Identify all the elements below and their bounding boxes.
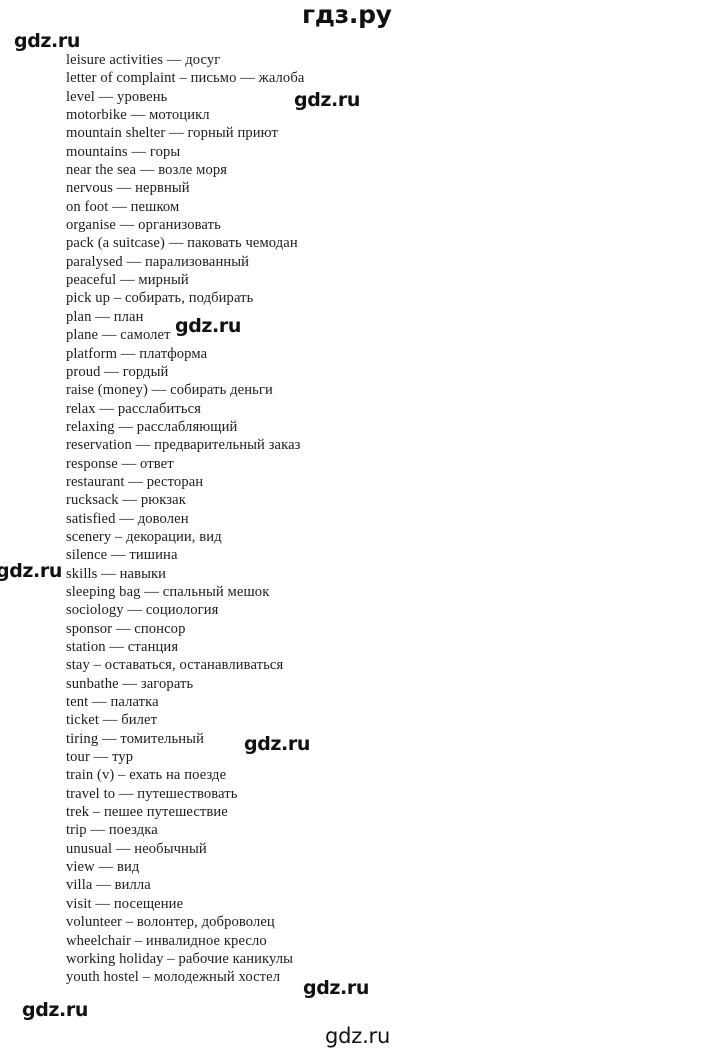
vocabulary-entry: relax — расслабиться [66, 400, 202, 417]
vocabulary-entry: satisfied — доволен [66, 510, 189, 527]
vocabulary-entry: peaceful — мирный [66, 272, 189, 289]
vocabulary-entry: raise (money) — собирать деньги [66, 382, 273, 399]
vocabulary-entry: paralysed — парализованный [66, 253, 250, 270]
vocabulary-entry: view — вид [66, 859, 140, 876]
scanned-page: гдз.ру gdz.ru gdz.ru gdz.ru gdz.ru gdz.r… [0, 0, 720, 1057]
vocabulary-entry: villa — вилла [66, 877, 151, 894]
watermark-bottom-center: gdz.ru [325, 1024, 391, 1048]
watermark-bottom-left: gdz.ru [22, 999, 88, 1021]
watermark-left-skills: gdz.ru [0, 560, 62, 582]
watermark-middle-tiring: gdz.ru [244, 733, 310, 755]
vocabulary-entry: platform — платформа [66, 345, 208, 362]
vocabulary-entry: scenery – декорации, вид [66, 528, 222, 545]
vocabulary-entry: near the sea — возле моря [66, 162, 228, 179]
vocabulary-entry: leisure activities — досуг [66, 52, 221, 68]
vocabulary-entry: ticket — билет [66, 712, 158, 729]
vocabulary-entry: wheelchair – инвалидное кресло [66, 932, 267, 949]
vocabulary-entry: silence — тишина [66, 547, 178, 564]
vocabulary-entry: tiring — томительный [66, 730, 204, 747]
vocabulary-entry: nervous — нервный [66, 180, 190, 197]
vocabulary-entry: mountains — горы [66, 143, 181, 160]
watermark-near-youth-hostel: gdz.ru [303, 977, 369, 999]
vocabulary-entry: tent — палатка [66, 694, 159, 711]
vocabulary-entry: trip — поездка [66, 822, 158, 839]
vocabulary-entry: restaurant — ресторан [66, 473, 204, 490]
vocabulary-entry: tour — тур [66, 749, 134, 766]
vocabulary-entry: rucksack — рюкзак [66, 492, 186, 509]
vocabulary-entry: sunbathe — загорать [66, 675, 194, 692]
vocabulary-entry: relaxing — расслабляющий [66, 418, 238, 435]
vocabulary-entry: volunteer – волонтер, доброволец [66, 914, 275, 931]
watermark-top-left: gdz.ru [14, 30, 80, 52]
vocabulary-entry: train (v) – ехать на поезде [66, 767, 227, 784]
vocabulary-entry: plane — самолет [66, 327, 171, 344]
watermark-upper-right: gdz.ru [294, 89, 360, 111]
vocabulary-entry: unusual — необычный [66, 840, 207, 857]
vocabulary-entry: skills — навыки [66, 565, 167, 582]
vocabulary-entry: sociology — социология [66, 602, 219, 619]
vocabulary-entry: plan — план [66, 308, 144, 325]
vocabulary-entry: response — ответ [66, 455, 174, 472]
vocabulary-entry: travel to — путешествовать [66, 785, 238, 802]
vocabulary-entry: mountain shelter — горный приют [66, 125, 278, 142]
vocabulary-entry: station — станция [66, 639, 179, 655]
vocabulary-entry: reservation — предварительный заказ [66, 437, 301, 454]
vocabulary-entry: pack (a suitcase) — паковать чемодан [66, 235, 298, 252]
vocabulary-entry: organise — организовать [66, 217, 221, 234]
vocabulary-entry: on foot — пешком [66, 198, 180, 215]
vocabulary-entry: working holiday – рабочие каникулы [66, 950, 294, 967]
vocabulary-entry: pick up – собирать, подбирать [66, 290, 254, 307]
vocabulary-entry: sleeping bag — спальный мешок [66, 583, 270, 600]
vocabulary-entry: sponsor — спонсор [66, 620, 186, 637]
vocabulary-entry: letter of complaint – письмо — жалоба [66, 70, 305, 87]
vocabulary-entry: trek – пешее путешествие [66, 804, 228, 821]
watermark-middle-plan: gdz.ru [175, 315, 241, 337]
vocabulary-entry: visit — посещение [66, 895, 184, 912]
watermark-top-center: гдз.ру [302, 0, 392, 29]
vocabulary-entry: proud — гордый [66, 363, 169, 380]
vocabulary-entry: stay – оставаться, останавливаться [66, 657, 284, 674]
vocabulary-list: leisure activities — досуг letter of comp… [66, 51, 626, 987]
